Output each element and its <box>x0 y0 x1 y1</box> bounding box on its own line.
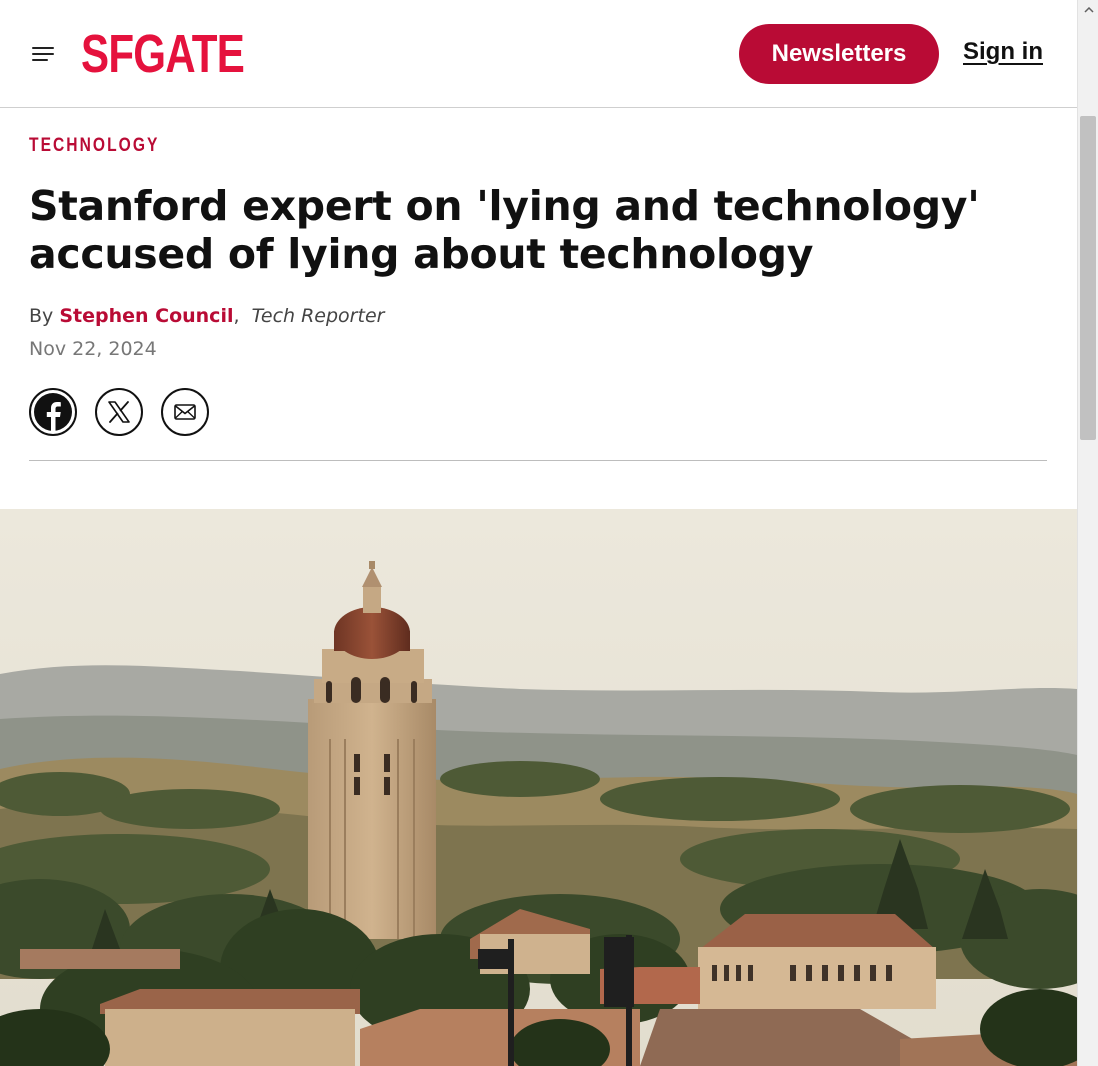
article-page: SFGATE Newsletters Sign in TECHNOLOGY St… <box>0 0 1098 1066</box>
header-divider <box>29 460 1047 461</box>
scroll-up-arrow-icon[interactable] <box>1078 0 1098 20</box>
publish-date: Nov 22, 2024 <box>29 338 157 360</box>
x-share-button[interactable] <box>95 388 143 436</box>
facebook-icon <box>34 393 72 431</box>
x-twitter-icon <box>108 401 130 423</box>
email-icon <box>174 404 196 420</box>
newsletters-button[interactable]: Newsletters <box>739 24 939 84</box>
author-role: Tech Reporter <box>251 305 385 327</box>
author-link[interactable]: Stephen Council <box>59 305 233 327</box>
byline-prefix: By <box>29 305 54 327</box>
headline-line-1: Stanford expert on 'lying and technology… <box>29 182 980 230</box>
vertical-scrollbar[interactable] <box>1077 0 1098 1066</box>
sign-in-link[interactable]: Sign in <box>963 38 1043 66</box>
hamburger-menu-icon[interactable] <box>32 46 56 62</box>
facebook-share-button[interactable] <box>29 388 77 436</box>
scrollbar-thumb[interactable] <box>1080 116 1096 440</box>
byline: By Stephen Council, Tech Reporter <box>29 305 384 327</box>
article-headline: Stanford expert on 'lying and technology… <box>29 182 1039 278</box>
email-share-button[interactable] <box>161 388 209 436</box>
headline-line-2: accused of lying about technology <box>29 230 814 278</box>
site-header: SFGATE Newsletters Sign in <box>0 0 1077 108</box>
section-label[interactable]: TECHNOLOGY <box>29 135 159 157</box>
sfgate-logo[interactable]: SFGATE <box>81 26 245 82</box>
byline-comma: , <box>233 305 240 327</box>
hero-image <box>0 509 1077 1066</box>
